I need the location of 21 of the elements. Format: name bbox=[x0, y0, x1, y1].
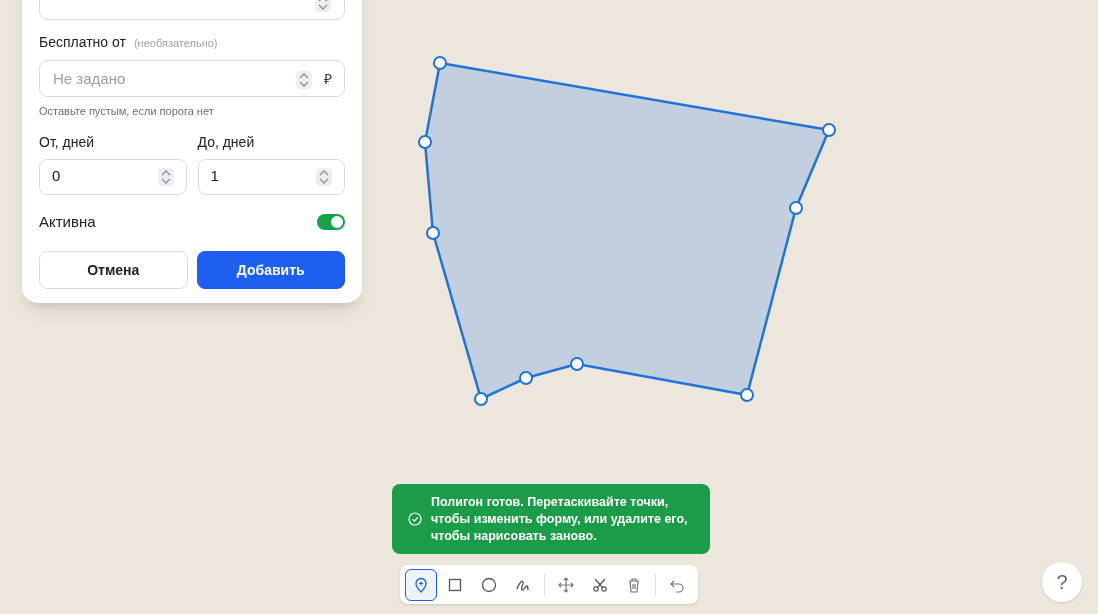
toggle-label: Активна bbox=[39, 211, 96, 232]
field-label: Бесплатно от bbox=[39, 33, 126, 52]
add-button[interactable]: Добавить bbox=[196, 251, 345, 289]
cancel-button[interactable]: Отмена bbox=[39, 251, 188, 289]
hint-text: Оставьте пустым, если порога нет bbox=[39, 104, 215, 119]
days-field[interactable]: 1 bbox=[197, 158, 345, 195]
field-label: От, дней bbox=[39, 132, 95, 152]
stepper-icon[interactable] bbox=[157, 167, 174, 186]
point-tool-button[interactable] bbox=[405, 568, 437, 601]
pin-plus-icon bbox=[412, 575, 430, 594]
check-circle-icon bbox=[408, 512, 422, 526]
field-label: До, дней bbox=[197, 132, 255, 152]
currency-sign: ₽ bbox=[324, 70, 332, 89]
days-field[interactable]: 0 bbox=[39, 158, 187, 195]
circle-icon bbox=[480, 575, 498, 594]
toast-message: Полигон готов. Перетаскивайте точки, чтобы изменить форму, или удалите его, чтобы нарисовать заново. bbox=[431, 493, 689, 545]
stepper-icon[interactable] bbox=[296, 70, 312, 89]
stepper-icon[interactable] bbox=[316, 167, 332, 186]
active-toggle[interactable] bbox=[317, 213, 345, 230]
optional-note: (необязательно) bbox=[133, 36, 218, 51]
move-arrows-icon bbox=[557, 575, 575, 594]
